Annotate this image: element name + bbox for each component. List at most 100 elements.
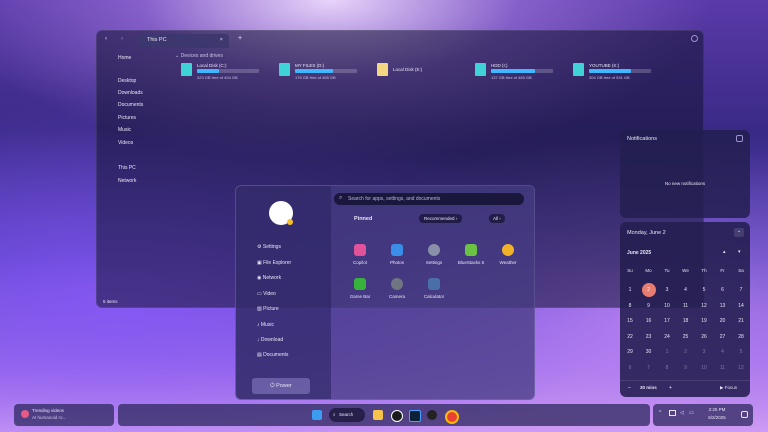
calendar-day[interactable]: 8 xyxy=(623,299,637,313)
calendar-day[interactable]: 22 xyxy=(623,330,637,344)
forward-arrow-icon[interactable]: › xyxy=(121,36,123,42)
focus-decrease-button[interactable]: – xyxy=(628,385,631,391)
calendar-day[interactable]: 12 xyxy=(734,361,748,375)
calendar-day-today[interactable]: 2 xyxy=(641,283,656,297)
collapse-chevron-icon[interactable]: ⌄ xyxy=(734,228,744,237)
notification-bell-icon[interactable] xyxy=(741,411,748,418)
chatgpt-icon[interactable] xyxy=(391,410,403,422)
calendar-day[interactable]: 5 xyxy=(734,345,748,359)
calendar-day[interactable]: 2 xyxy=(679,345,693,359)
tab-this-pc[interactable]: This PC × xyxy=(137,34,229,48)
calendar-day[interactable]: 5 xyxy=(697,283,711,297)
month-up-icon[interactable]: ▴ xyxy=(723,249,726,255)
app-bluestacks[interactable]: BlueStacks 5 xyxy=(453,244,489,265)
do-not-disturb-icon[interactable] xyxy=(736,135,743,142)
calendar-day[interactable]: 26 xyxy=(697,330,711,344)
close-tab-icon[interactable]: × xyxy=(220,37,223,43)
back-arrow-icon[interactable]: ‹ xyxy=(105,36,107,42)
settings-icon[interactable] xyxy=(691,35,698,42)
clock-time[interactable]: 2:25 PM xyxy=(697,407,737,412)
app-copilot[interactable]: Copilot xyxy=(342,244,378,265)
all-apps-button[interactable]: All › xyxy=(489,214,505,223)
nav-music[interactable]: ♪ Music xyxy=(257,322,274,328)
sidebar-item-this-pc[interactable]: This PC xyxy=(118,165,136,171)
calendar-day[interactable]: 18 xyxy=(679,314,693,328)
new-tab-button[interactable]: + xyxy=(238,35,242,42)
calendar-day[interactable]: 11 xyxy=(716,361,730,375)
sidebar-item-videos[interactable]: Videos xyxy=(118,140,133,146)
nav-network[interactable]: ◉ Network xyxy=(257,275,281,281)
calendar-day[interactable]: 16 xyxy=(642,314,656,328)
calendar-day[interactable]: 11 xyxy=(679,299,693,313)
sidebar-item-home[interactable]: Home xyxy=(118,55,131,61)
windows-start-icon[interactable] xyxy=(312,410,322,420)
sidebar-item-desktop[interactable]: Desktop xyxy=(118,78,136,84)
calendar-day[interactable]: 30 xyxy=(642,345,656,359)
app-settings[interactable]: Settings xyxy=(416,244,452,265)
drive-d[interactable]: MY FILES (D:) 176 GB free of 465 GB xyxy=(279,61,369,89)
calendar-day[interactable]: 29 xyxy=(623,345,637,359)
recommended-button[interactable]: Recommended › xyxy=(419,214,463,223)
chrome-icon[interactable] xyxy=(445,410,459,424)
clock-date[interactable]: 6/2/2025 xyxy=(697,415,737,420)
calendar-day[interactable]: 25 xyxy=(679,330,693,344)
sidebar-item-downloads[interactable]: Downloads xyxy=(118,90,143,96)
calendar-day[interactable]: 10 xyxy=(697,361,711,375)
focus-increase-button[interactable]: + xyxy=(669,385,672,391)
nav-download[interactable]: ↓ Download xyxy=(257,337,283,343)
monitor-icon[interactable] xyxy=(669,410,676,416)
calendar-day[interactable]: 27 xyxy=(716,330,730,344)
widgets-button[interactable]: Trending videos AI humanoid ro... xyxy=(14,404,114,426)
volume-icon[interactable]: ◁ xyxy=(680,410,684,416)
calendar-day[interactable]: 28 xyxy=(734,330,748,344)
drive-k[interactable]: YOUTUBE (K:) 304 GB free of 931 GB xyxy=(573,61,663,89)
calendar-day[interactable]: 3 xyxy=(697,345,711,359)
nav-settings[interactable]: ⚙ Settings xyxy=(257,244,281,250)
calendar-day[interactable]: 3 xyxy=(660,283,674,297)
calendar-day[interactable]: 4 xyxy=(716,345,730,359)
search-input[interactable]: ⌕ Search for apps, settings, and documen… xyxy=(334,193,524,205)
calendar-day[interactable]: 20 xyxy=(716,314,730,328)
photoshop-icon[interactable] xyxy=(409,410,421,422)
drive-e[interactable]: Local Disk (E:) xyxy=(377,61,467,89)
nav-documents[interactable]: ▤ Documents xyxy=(257,352,288,358)
app-photos[interactable]: Photos xyxy=(379,244,415,265)
app-calculator[interactable]: Calculator xyxy=(416,278,452,299)
calendar-day[interactable]: 21 xyxy=(734,314,748,328)
calendar-day[interactable]: 24 xyxy=(660,330,674,344)
sidebar-item-music[interactable]: Music xyxy=(118,127,131,133)
taskbar-search-button[interactable]: ⌕ Search xyxy=(329,408,365,422)
drive-c[interactable]: Local Disk (C:) 323 GB free of 494 GB xyxy=(181,61,271,89)
calendar-day[interactable]: 23 xyxy=(642,330,656,344)
calendar-day[interactable]: 14 xyxy=(734,299,748,313)
app-camera[interactable]: Camera xyxy=(379,278,415,299)
app-game-bar[interactable]: Game Bar xyxy=(342,278,378,299)
calendar-day[interactable]: 10 xyxy=(660,299,674,313)
calendar-day[interactable]: 6 xyxy=(716,283,730,297)
calendar-day[interactable]: 9 xyxy=(642,299,656,313)
calendar-day[interactable]: 8 xyxy=(660,361,674,375)
calendar-day[interactable]: 15 xyxy=(623,314,637,328)
calendar-day[interactable]: 17 xyxy=(660,314,674,328)
nav-video[interactable]: ▭ Video xyxy=(257,291,276,297)
avatar[interactable] xyxy=(269,201,293,225)
calendar-day[interactable]: 13 xyxy=(716,299,730,313)
app-weather[interactable]: Weather xyxy=(490,244,526,265)
tray-chevron-icon[interactable]: ^ xyxy=(659,410,661,416)
section-header[interactable]: ⌄ Devices and drives xyxy=(175,53,223,59)
calendar-day[interactable]: 7 xyxy=(734,283,748,297)
power-button[interactable]: ⏻ Power xyxy=(252,378,310,394)
focus-start-button[interactable]: ▶ Focus xyxy=(720,385,737,391)
battery-icon[interactable]: ▭ xyxy=(689,410,694,416)
calendar-day[interactable]: 12 xyxy=(697,299,711,313)
drive-i[interactable]: HDD (I:) 137 GB free of 465 GB xyxy=(475,61,565,89)
sidebar-item-documents[interactable]: Documents xyxy=(118,102,143,108)
sidebar-item-network[interactable]: Network xyxy=(118,178,136,184)
file-explorer-icon[interactable] xyxy=(373,410,383,420)
calendar-day[interactable]: 19 xyxy=(697,314,711,328)
calendar-day[interactable]: 9 xyxy=(679,361,693,375)
month-down-icon[interactable]: ▾ xyxy=(738,249,741,255)
calendar-day[interactable]: 6 xyxy=(623,361,637,375)
nav-file-explorer[interactable]: ▣ File Explorer xyxy=(257,260,291,266)
calendar-day[interactable]: 4 xyxy=(679,283,693,297)
